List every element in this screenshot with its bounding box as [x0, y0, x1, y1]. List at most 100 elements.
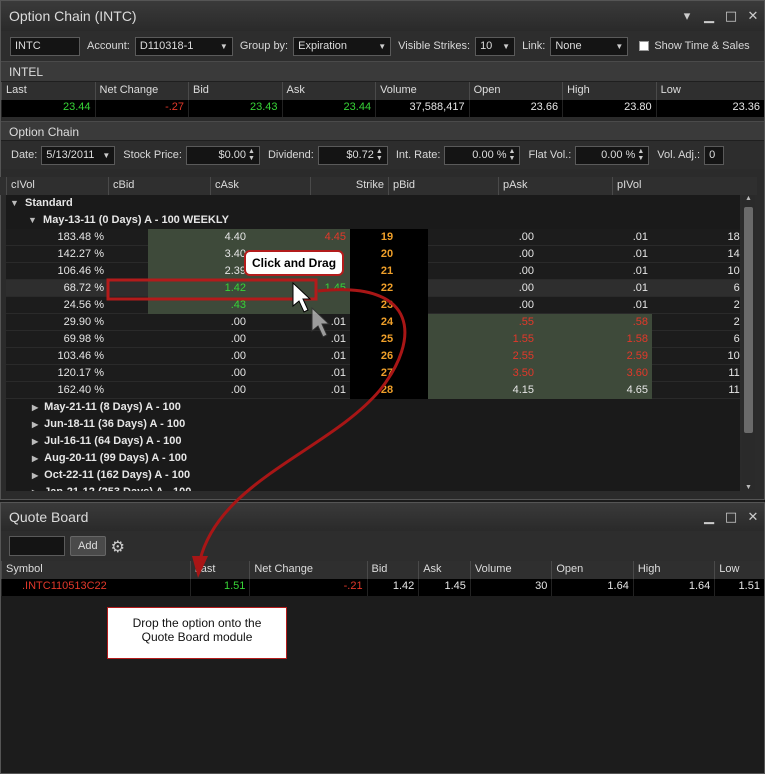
expand-down-icon[interactable]: ▼: [10, 198, 19, 208]
chain-cell-cbid[interactable]: 3.40: [148, 246, 250, 263]
expiry-collapsed[interactable]: ▶ May-21-11 (8 Days) A - 100: [6, 399, 740, 416]
chain-row[interactable]: 68.72 % 1.421.4522.00.01 69.56 %: [6, 280, 740, 297]
chain-cell-cask[interactable]: 4.45: [250, 229, 350, 246]
visible-strikes-select[interactable]: 10 ▼: [475, 36, 516, 56]
show-time-sales-checkbox[interactable]: [639, 41, 650, 51]
chain-row[interactable]: 103.46 % .00.01262.552.59 101.52 %: [6, 348, 740, 365]
spinner-icon[interactable]: ▲ ▼: [248, 148, 255, 162]
int-rate-stepper[interactable]: 0.00 % ▲ ▼: [444, 145, 521, 165]
chain-cell-cbid[interactable]: .00: [148, 365, 250, 382]
chain-cell-cbid[interactable]: .00: [148, 382, 250, 399]
chain-row[interactable]: 69.98 % .00.01251.551.58 65.98 %: [6, 331, 740, 348]
stock-quote-col-header[interactable]: High: [562, 82, 656, 100]
spinner-icon[interactable]: ▲ ▼: [376, 148, 383, 162]
chain-cell-pask[interactable]: .58: [538, 314, 652, 331]
chain-cell-pask[interactable]: .01: [538, 297, 652, 314]
chain-col-header[interactable]: pIVol: [612, 177, 742, 195]
chain-cell-pbid[interactable]: .00: [428, 297, 538, 314]
chain-col-header[interactable]: Strike: [310, 177, 388, 195]
chain-cell-pbid[interactable]: .55: [428, 314, 538, 331]
quote-board-row[interactable]: .INTC110513C22 1.51 -.21 1.42 1.45 30 1.64 1.64…: [1, 579, 764, 596]
maximize-icon[interactable]: □: [720, 510, 742, 525]
spinner-icon[interactable]: ▲ ▼: [637, 148, 644, 162]
chain-cell-pask[interactable]: 1.58: [538, 331, 652, 348]
chain-cell-cask[interactable]: .01: [250, 382, 350, 399]
quote-board-col-header[interactable]: Open: [551, 561, 632, 579]
quote-board-col-header[interactable]: Symbol: [1, 561, 190, 579]
spinner-icon[interactable]: ▲ ▼: [509, 148, 516, 162]
close-icon[interactable]: ✕: [742, 9, 764, 24]
chain-cell-pask[interactable]: 2.59: [538, 348, 652, 365]
expiry-collapsed[interactable]: ▶ Jan-21-12 (253 Days) A - 100: [6, 484, 740, 491]
chain-cell-pbid[interactable]: 4.15: [428, 382, 538, 399]
chain-cell-cask[interactable]: .01: [250, 365, 350, 382]
chain-cell-pask[interactable]: .01: [538, 229, 652, 246]
date-select[interactable]: 5/13/2011 ▼: [41, 145, 116, 165]
chain-cell-pbid[interactable]: .00: [428, 246, 538, 263]
chain-row[interactable]: 183.48 % 4.404.4519.00.01 185.89 %: [6, 229, 740, 246]
add-button[interactable]: Add: [70, 536, 106, 556]
link-select[interactable]: None ▼: [550, 36, 629, 56]
scroll-down-icon[interactable]: ▼: [742, 484, 755, 491]
chain-cell-cbid[interactable]: .00: [148, 348, 250, 365]
quote-board-col-header[interactable]: High: [632, 561, 714, 579]
scroll-up-icon[interactable]: ▲: [742, 195, 755, 202]
chain-cell-pbid[interactable]: 2.55: [428, 348, 538, 365]
chain-col-header[interactable]: cAsk: [210, 177, 310, 195]
quote-board-col-header[interactable]: Net Change: [249, 561, 366, 579]
expiry-collapsed[interactable]: ▶ Oct-22-11 (162 Days) A - 100: [6, 467, 740, 484]
chain-cell-pbid[interactable]: .00: [428, 263, 538, 280]
dropdown-icon[interactable]: ▾: [676, 9, 698, 24]
chain-col-header[interactable]: cIVol: [6, 177, 108, 195]
chain-cell-pask[interactable]: 4.65: [538, 382, 652, 399]
dividend-stepper[interactable]: $0.72 ▲ ▼: [317, 145, 388, 165]
gear-icon[interactable]: ⚙: [111, 537, 125, 556]
chain-row[interactable]: 142.27 % 3.40 20.00.01 144.28 %: [6, 246, 740, 263]
chain-cell-cask[interactable]: .01: [250, 314, 350, 331]
minimize-icon[interactable]: ▁: [698, 9, 720, 24]
expand-down-icon[interactable]: ▼: [28, 215, 37, 225]
expand-right-icon[interactable]: ▶: [32, 471, 38, 480]
chain-row[interactable]: 106.46 % 2.39 21.00.01 107.70 %: [6, 263, 740, 280]
chain-col-header[interactable]: pAsk: [498, 177, 612, 195]
flat-vol-stepper[interactable]: 0.00 % ▲ ▼: [575, 145, 650, 165]
chain-cell-pask[interactable]: .01: [538, 246, 652, 263]
expand-right-icon[interactable]: ▶: [32, 437, 38, 446]
chain-cell-pbid[interactable]: .00: [428, 229, 538, 246]
chain-col-header[interactable]: pBid: [388, 177, 498, 195]
expiry-expanded[interactable]: ▼ May-13-11 (0 Days) A - 100 WEEKLY: [6, 212, 740, 229]
chain-cell-cbid[interactable]: .00: [148, 331, 250, 348]
chain-cell-cask[interactable]: 1.45: [250, 280, 350, 297]
quote-board-titlebar[interactable]: Quote Board ▁ □ ✕: [1, 503, 764, 531]
minimize-icon[interactable]: ▁: [698, 510, 720, 525]
expand-right-icon[interactable]: ▶: [32, 420, 38, 429]
group-by-select[interactable]: Expiration ▼: [293, 36, 392, 56]
expiry-collapsed[interactable]: ▶ Jul-16-11 (64 Days) A - 100: [6, 433, 740, 450]
symbol-entry-input[interactable]: [9, 536, 65, 556]
chain-cell-pask[interactable]: 3.60: [538, 365, 652, 382]
stock-quote-col-header[interactable]: Open: [468, 82, 563, 100]
chain-cell-cbid[interactable]: 4.40: [148, 229, 250, 246]
expand-right-icon[interactable]: ▶: [32, 488, 38, 491]
quote-board-col-header[interactable]: Bid: [366, 561, 419, 579]
vol-adj-stepper[interactable]: 0: [704, 145, 725, 165]
quote-board-col-header[interactable]: Last: [189, 561, 250, 579]
stock-quote-col-header[interactable]: Net Change: [94, 82, 189, 100]
symbol-input[interactable]: INTC: [10, 36, 80, 56]
chain-cell-pbid[interactable]: 1.55: [428, 331, 538, 348]
chain-cell-pbid[interactable]: .00: [428, 280, 538, 297]
stock-quote-col-header[interactable]: Bid: [188, 82, 282, 100]
chain-cell-pask[interactable]: .01: [538, 280, 652, 297]
stock-quote-col-header[interactable]: Last: [1, 82, 95, 100]
chain-cell-cbid[interactable]: 1.42: [148, 280, 250, 297]
chain-row[interactable]: 162.40 % .00.01284.154.65 117.46 %: [6, 382, 740, 399]
chain-cell-cask[interactable]: .01: [250, 331, 350, 348]
option-chain-titlebar[interactable]: Option Chain (INTC) ▾ ▁ □ ✕: [1, 1, 764, 31]
quote-board-col-header[interactable]: Volume: [469, 561, 551, 579]
stock-quote-col-header[interactable]: Volume: [375, 82, 469, 100]
expiry-collapsed[interactable]: ▶ Aug-20-11 (99 Days) A - 100: [6, 450, 740, 467]
expand-right-icon[interactable]: ▶: [32, 403, 38, 412]
group-standard[interactable]: ▼ Standard: [6, 195, 740, 212]
chain-cell-cask[interactable]: [250, 297, 350, 314]
chain-cell-pbid[interactable]: 3.50: [428, 365, 538, 382]
